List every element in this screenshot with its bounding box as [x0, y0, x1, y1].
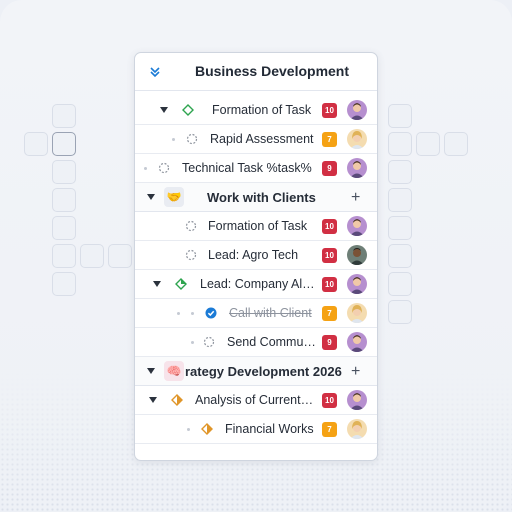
grid-cell [52, 104, 76, 128]
add-task-button[interactable]: + [351, 363, 360, 381]
task-label: Formation of Task [208, 219, 308, 233]
tree-dot-icon [177, 312, 180, 315]
avatar[interactable] [347, 332, 367, 352]
grid-cell [416, 132, 440, 156]
expand-toggle-icon[interactable] [160, 107, 168, 113]
task-row[interactable]: Formation of Task 10 [135, 212, 377, 241]
add-task-button[interactable]: + [351, 189, 360, 207]
avatar[interactable] [347, 419, 367, 439]
grid-cell [388, 272, 412, 296]
task-row[interactable]: Technical Task %task% 9 [135, 154, 377, 183]
task-row[interactable]: Lead: Agro Tech 10 [135, 241, 377, 270]
tree-dot-icon [187, 428, 190, 431]
priority-badge: 9 [322, 335, 337, 350]
priority-badge: 10 [322, 277, 337, 292]
grid-cell [388, 244, 412, 268]
task-label: Lead: Company Al… [200, 277, 315, 291]
avatar[interactable] [347, 390, 367, 410]
task-label: Send Commu… [227, 335, 316, 349]
grid-cell [52, 132, 76, 156]
task-row[interactable]: Send Commu… 9 [135, 328, 377, 357]
grid-cell [388, 300, 412, 324]
tree-dot-icon [172, 138, 175, 141]
task-row[interactable]: Analysis of Current… 10 [135, 386, 377, 415]
task-label: Formation of Task [212, 103, 312, 117]
avatar[interactable] [347, 245, 367, 265]
task-row[interactable]: Formation of Task 10 [135, 96, 377, 125]
expand-toggle-icon[interactable] [153, 281, 161, 287]
diamond-orange-icon[interactable] [171, 394, 183, 406]
avatar[interactable] [347, 274, 367, 294]
diamond-orange-icon[interactable] [201, 423, 213, 435]
brain-icon: 🧠 [164, 361, 184, 381]
grid-cell [52, 188, 76, 212]
task-panel: Business Development Formation of Task 1… [134, 52, 378, 461]
panel-title: Business Development [194, 63, 350, 79]
tree-dot-icon [144, 167, 147, 170]
grid-cell [388, 160, 412, 184]
diamond-green-icon[interactable] [175, 278, 187, 290]
grid-cell [80, 244, 104, 268]
grid-cell [388, 216, 412, 240]
task-label: Lead: Agro Tech [208, 248, 299, 262]
grid-cell [388, 104, 412, 128]
diamond-outline-green-icon[interactable] [182, 104, 194, 116]
task-label: Analysis of Current… [195, 393, 314, 407]
avatar[interactable] [347, 129, 367, 149]
priority-badge: 10 [322, 248, 337, 263]
group-row[interactable]: 🤝 Work with Clients + [135, 183, 377, 212]
grid-cell [52, 216, 76, 240]
priority-badge: 7 [322, 422, 337, 437]
group-label: Work with Clients [207, 190, 316, 205]
task-row[interactable]: Rapid Assessment 7 [135, 125, 377, 154]
grid-cell [24, 132, 48, 156]
task-label: Rapid Assessment [210, 132, 314, 146]
priority-badge: 10 [322, 103, 337, 118]
grid-cell [52, 160, 76, 184]
double-chevron-down-icon[interactable] [148, 65, 162, 79]
task-row[interactable]: Lead: Company Al… 10 [135, 270, 377, 299]
task-label: Technical Task %task% [182, 161, 312, 175]
grid-cell [108, 244, 132, 268]
handshake-icon: 🤝 [164, 187, 184, 207]
grid-cell [52, 244, 76, 268]
task-label: Financial Works [225, 422, 314, 436]
tree-dot-icon [191, 312, 194, 315]
expand-toggle-icon[interactable] [147, 194, 155, 200]
grid-cell [388, 188, 412, 212]
grid-cell [52, 272, 76, 296]
grid-cell [388, 132, 412, 156]
expand-toggle-icon[interactable] [147, 368, 155, 374]
priority-badge: 10 [322, 393, 337, 408]
avatar[interactable] [347, 158, 367, 178]
dashed-circle-icon[interactable] [185, 249, 197, 261]
priority-badge: 7 [322, 306, 337, 321]
task-row[interactable]: Financial Works 7 [135, 415, 377, 444]
tree-dot-icon [191, 341, 194, 344]
avatar[interactable] [347, 303, 367, 323]
grid-cell [444, 132, 468, 156]
task-row[interactable]: Call with Client 7 [135, 299, 377, 328]
priority-badge: 10 [322, 219, 337, 234]
dashed-circle-icon[interactable] [158, 162, 170, 174]
avatar[interactable] [347, 100, 367, 120]
task-label: Call with Client [229, 306, 312, 320]
expand-toggle-icon[interactable] [149, 397, 157, 403]
group-row[interactable]: 🧠 rategy Development 2026 + [135, 357, 377, 386]
dashed-circle-icon[interactable] [203, 336, 215, 348]
dashed-circle-icon[interactable] [185, 220, 197, 232]
group-label: rategy Development 2026 [185, 364, 342, 379]
priority-badge: 9 [322, 161, 337, 176]
avatar[interactable] [347, 216, 367, 236]
priority-badge: 7 [322, 132, 337, 147]
check-blue-icon[interactable] [205, 307, 217, 319]
dashed-circle-icon[interactable] [186, 133, 198, 145]
panel-header: Business Development [135, 53, 377, 91]
